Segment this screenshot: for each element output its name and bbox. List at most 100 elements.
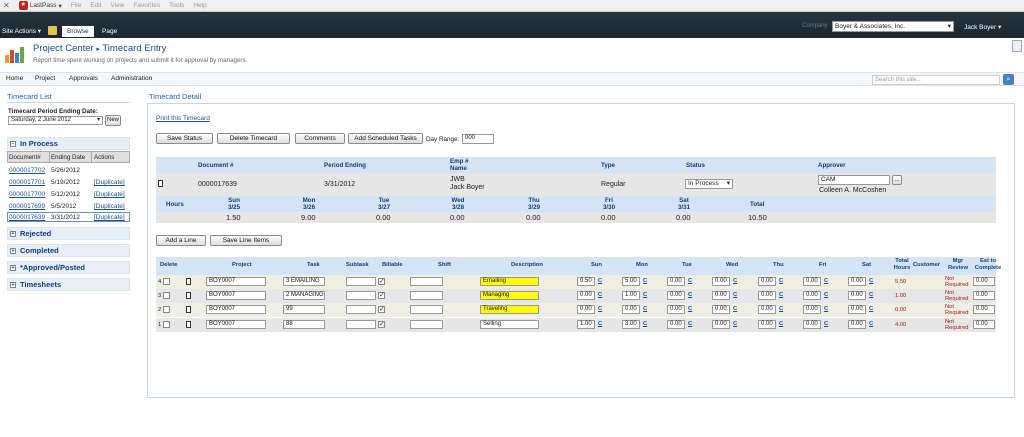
subtask-input[interactable] xyxy=(346,277,376,286)
day-hours-input[interactable]: 3.00 xyxy=(622,320,640,329)
company-select[interactable]: Boyer & Associates, Inc. ▾ xyxy=(832,21,954,32)
description-input[interactable]: Traveling xyxy=(480,305,539,314)
est-complete-input[interactable]: 0.00 xyxy=(973,291,995,300)
delete-checkbox[interactable] xyxy=(163,278,170,285)
shift-input[interactable] xyxy=(410,320,443,329)
approver-input[interactable]: CAM xyxy=(818,175,890,185)
shift-input[interactable] xyxy=(410,305,443,314)
timecard-doc-link[interactable]: 0000017639 xyxy=(9,214,45,221)
task-input[interactable]: 88 xyxy=(283,320,325,329)
nav-administration[interactable]: Administration xyxy=(111,75,152,82)
expand-icon[interactable]: + xyxy=(10,248,16,254)
day-hours-input[interactable]: 0.00 xyxy=(667,277,685,286)
nav-approvals[interactable]: Approvals xyxy=(69,75,98,82)
day-hours-input[interactable]: 0.00 xyxy=(667,291,685,300)
day-comment-link[interactable]: C xyxy=(733,306,737,312)
document-icon[interactable] xyxy=(186,292,191,299)
group-in-process[interactable]: − In Process xyxy=(7,137,130,150)
menu-tools[interactable]: Tools xyxy=(169,2,184,9)
help-icon[interactable] xyxy=(1012,40,1022,52)
day-comment-link[interactable]: C xyxy=(598,278,602,284)
menu-view[interactable]: View xyxy=(110,2,124,9)
collapse-icon[interactable]: − xyxy=(10,141,16,147)
duplicate-link[interactable]: [Duplicate] xyxy=(94,203,125,210)
day-comment-link[interactable]: C xyxy=(779,321,783,327)
menu-file[interactable]: File xyxy=(71,2,81,9)
est-complete-input[interactable]: 0.00 xyxy=(973,320,995,329)
day-comment-link[interactable]: C xyxy=(869,278,873,284)
day-hours-input[interactable]: 1.00 xyxy=(622,291,640,300)
day-comment-link[interactable]: C xyxy=(869,306,873,312)
duplicate-link[interactable]: [Duplicate] xyxy=(94,179,125,186)
day-hours-input[interactable]: 0.00 xyxy=(712,320,730,329)
day-hours-input[interactable]: 0.00 xyxy=(712,291,730,300)
delete-checkbox[interactable] xyxy=(163,321,170,328)
description-input[interactable]: Selling xyxy=(480,320,539,329)
tab-browse[interactable]: Browse xyxy=(62,26,94,37)
day-comment-link[interactable]: C xyxy=(733,292,737,298)
day-hours-input[interactable]: 0.00 xyxy=(667,320,685,329)
day-hours-input[interactable]: 0.00 xyxy=(758,320,776,329)
delete-checkbox[interactable] xyxy=(163,292,170,299)
menu-help[interactable]: Help xyxy=(193,2,206,9)
project-input[interactable]: BOY0007 xyxy=(206,320,266,329)
close-icon[interactable]: ✕ xyxy=(3,1,10,10)
document-icon[interactable] xyxy=(186,306,191,313)
subtask-input[interactable] xyxy=(346,305,376,314)
day-comment-link[interactable]: C xyxy=(733,321,737,327)
day-hours-input[interactable]: 0.00 xyxy=(803,291,821,300)
print-timecard-link[interactable]: Print this Timecard xyxy=(156,115,210,122)
expand-icon[interactable]: + xyxy=(10,265,16,271)
group-rejected[interactable]: + Rejected xyxy=(7,227,130,240)
delete-checkbox[interactable] xyxy=(163,306,170,313)
day-hours-input[interactable]: 0.00 xyxy=(577,291,595,300)
day-comment-link[interactable]: C xyxy=(643,292,647,298)
project-input[interactable]: BOY0007 xyxy=(206,277,266,286)
day-comment-link[interactable]: C xyxy=(598,306,602,312)
subtask-input[interactable] xyxy=(346,320,376,329)
nav-home[interactable]: Home xyxy=(6,75,23,82)
day-comment-link[interactable]: C xyxy=(598,292,602,298)
delete-timecard-button[interactable]: Delete Timecard xyxy=(217,133,290,144)
task-input[interactable]: 3 EMAILING xyxy=(283,277,325,286)
group-completed[interactable]: + Completed xyxy=(7,244,130,257)
day-hours-input[interactable]: 1.00 xyxy=(577,320,595,329)
status-select[interactable]: In Process ▾ xyxy=(685,179,733,189)
shift-input[interactable] xyxy=(410,291,443,300)
save-status-button[interactable]: Save Status xyxy=(156,133,213,144)
subtask-input[interactable] xyxy=(346,291,376,300)
project-input[interactable]: BOY0007 xyxy=(206,305,266,314)
task-input[interactable]: 2 MANAGING xyxy=(283,291,325,300)
day-comment-link[interactable]: C xyxy=(824,321,828,327)
menu-favorites[interactable]: Favorites xyxy=(133,2,160,9)
add-scheduled-tasks-button[interactable]: Add Scheduled Tasks xyxy=(348,133,423,144)
day-comment-link[interactable]: C xyxy=(688,321,692,327)
day-comment-link[interactable]: C xyxy=(824,292,828,298)
day-hours-input[interactable]: 0.00 xyxy=(712,277,730,286)
search-input[interactable]: Search this site... xyxy=(872,75,1000,85)
day-hours-input[interactable]: 0.00 xyxy=(667,305,685,314)
day-hours-input[interactable]: 0.00 xyxy=(803,320,821,329)
document-icon[interactable] xyxy=(186,278,191,285)
lastpass-button[interactable]: ★ LastPass ▾ xyxy=(18,1,62,10)
duplicate-link[interactable]: [Duplicate] xyxy=(94,191,125,198)
day-hours-input[interactable]: 0.00 xyxy=(758,305,776,314)
day-comment-link[interactable]: C xyxy=(824,306,828,312)
new-timecard-button[interactable]: New xyxy=(105,115,121,126)
task-input[interactable]: 99 xyxy=(283,305,325,314)
tab-page[interactable]: Page xyxy=(97,26,122,37)
day-comment-link[interactable]: C xyxy=(688,278,692,284)
day-comment-link[interactable]: C xyxy=(598,321,602,327)
day-range-input[interactable]: 000 xyxy=(462,134,494,144)
day-comment-link[interactable]: C xyxy=(643,306,647,312)
user-menu[interactable]: Jack Boyer ▾ xyxy=(964,23,1001,31)
billable-checkbox[interactable] xyxy=(378,305,385,313)
day-hours-input[interactable]: 0.00 xyxy=(803,277,821,286)
expand-icon[interactable]: + xyxy=(10,282,16,288)
day-hours-input[interactable]: 0.00 xyxy=(803,305,821,314)
menu-edit[interactable]: Edit xyxy=(90,2,101,9)
project-input[interactable]: BOY0007 xyxy=(206,291,266,300)
comments-button[interactable]: Comments xyxy=(295,133,345,144)
day-comment-link[interactable]: C xyxy=(824,278,828,284)
group-timesheets[interactable]: + Timesheets xyxy=(7,278,130,291)
